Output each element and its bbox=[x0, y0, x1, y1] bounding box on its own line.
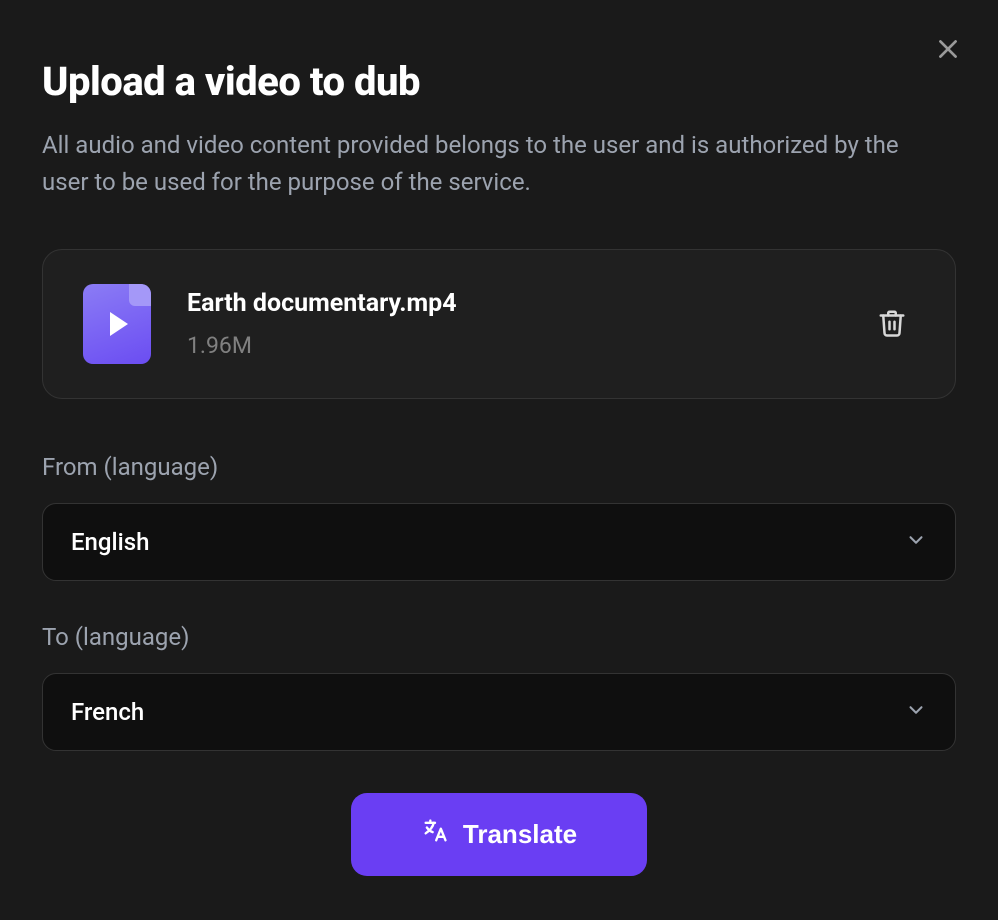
to-language-select[interactable]: French bbox=[42, 673, 956, 751]
uploaded-file-card: Earth documentary.mp4 1.96M bbox=[42, 249, 956, 399]
file-name: Earth documentary.mp4 bbox=[187, 289, 833, 318]
from-language-value: English bbox=[71, 528, 149, 556]
file-meta: Earth documentary.mp4 1.96M bbox=[187, 289, 833, 359]
from-language-field: From (language) English bbox=[42, 453, 956, 581]
modal-subtitle: All audio and video content provided bel… bbox=[42, 127, 942, 201]
from-language-label: From (language) bbox=[42, 453, 956, 481]
to-language-field: To (language) French bbox=[42, 623, 956, 751]
translate-icon bbox=[421, 817, 449, 852]
action-row: Translate bbox=[42, 793, 956, 876]
from-language-select[interactable]: English bbox=[42, 503, 956, 581]
translate-button-label: Translate bbox=[463, 819, 577, 850]
to-language-label: To (language) bbox=[42, 623, 956, 651]
to-language-value: French bbox=[71, 698, 144, 726]
close-icon bbox=[935, 36, 961, 65]
chevron-down-icon bbox=[905, 529, 927, 555]
translate-button[interactable]: Translate bbox=[351, 793, 647, 876]
chevron-down-icon bbox=[905, 699, 927, 725]
upload-video-dub-modal: Upload a video to dub All audio and vide… bbox=[0, 0, 998, 920]
video-file-icon bbox=[83, 284, 151, 364]
delete-file-button[interactable] bbox=[869, 300, 915, 349]
trash-icon bbox=[877, 308, 907, 341]
file-size: 1.96M bbox=[187, 332, 833, 359]
close-button[interactable] bbox=[928, 30, 968, 70]
modal-title: Upload a video to dub bbox=[42, 58, 956, 105]
